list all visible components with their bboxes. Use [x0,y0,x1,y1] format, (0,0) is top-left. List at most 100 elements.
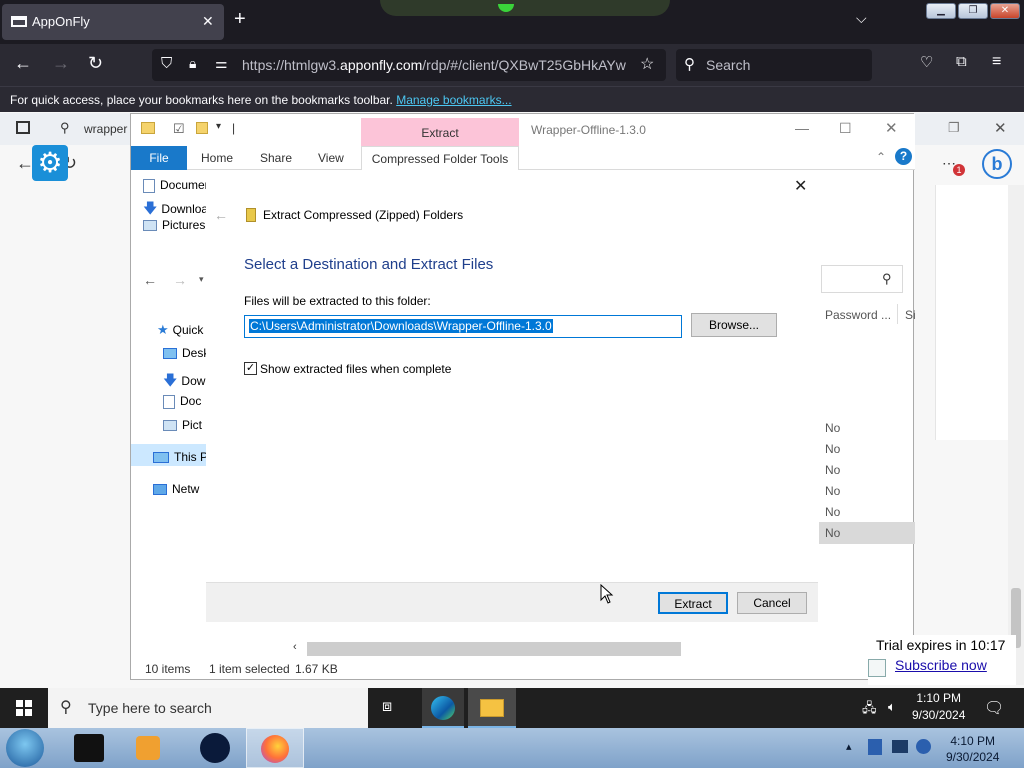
explorer-back-icon[interactable]: ← [143,272,157,288]
volume-icon[interactable]: 🔈︎ [888,699,896,715]
edge-tab-title[interactable]: wrapper [84,122,127,136]
host-app-icon-3[interactable] [200,733,230,763]
menu-icon[interactable]: ≡ [992,53,1001,71]
nav-this-pc[interactable]: This P [153,450,208,464]
restore-button[interactable]: ❐ [958,3,988,19]
column-header-password[interactable]: Password ... [825,308,891,322]
password-cell: No [825,526,841,540]
settings-gear-icon[interactable]: ⚙ [32,145,68,181]
notifications-icon[interactable]: 🗨︎ [984,698,1004,718]
dialog-back-icon[interactable]: ← [214,207,228,223]
url-text[interactable]: https://htmlgw3.apponfly.com/rdp/#/clien… [242,57,634,73]
host-tray-icon-1[interactable] [868,739,882,755]
pictures-icon [143,220,157,232]
edge-restore-icon[interactable]: ❐ [948,120,960,136]
search-bar[interactable]: ⚲ Search [676,49,872,81]
rdp-toolbar-handle[interactable] [380,0,670,16]
trial-icon [868,659,886,677]
nav-quick-access[interactable]: ★ Quick [157,322,203,338]
download-icon: 🡇 [163,372,178,388]
destination-path-input[interactable]: C:\Users\Administrator\Downloads\Wrapper… [244,315,682,338]
windows-start-icon[interactable] [16,700,32,716]
tab-home[interactable]: Home [201,151,233,165]
permissions-icon[interactable]: ⚌ [215,55,228,72]
explorer-close-icon[interactable]: ✕ [885,119,898,137]
explorer-forward-icon[interactable]: → [173,272,187,288]
pocket-icon[interactable]: ♡ [920,53,933,71]
dialog-close-icon[interactable]: ✕ [794,176,807,196]
scroll-left-icon[interactable]: ‹ [293,641,297,653]
nav-documents[interactable]: Doc [163,394,201,409]
subscribe-link[interactable]: Subscribe now [895,657,987,673]
browser-tab[interactable]: AppOnFly ✕ [2,4,224,40]
taskbar-time: 1:10 PM [916,691,962,705]
new-tab-icon[interactable]: + [234,8,246,31]
extract-button[interactable]: Extract [658,592,728,614]
forward-icon[interactable]: → [52,53,70,74]
list-all-tabs-icon[interactable]: ⌵ [856,10,867,27]
trial-expires-text: Trial expires in 10:17 [876,637,1006,653]
browse-button[interactable]: Browse... [691,313,777,337]
customize-toolbar-icon[interactable]: ▾ [216,121,221,132]
host-clock[interactable]: 4:10 PM 9/30/2024 [946,733,999,765]
zip-folder-icon [246,208,256,222]
nav-network[interactable]: Netw [153,482,199,496]
nav-pictures[interactable]: Pict [163,418,202,432]
help-icon[interactable]: ? [895,148,912,165]
quick-item-documents[interactable]: Documen [143,178,211,193]
manage-bookmarks-link[interactable]: Manage bookmarks... [396,93,511,107]
tab-file[interactable]: File [131,146,187,170]
show-files-label[interactable]: Show extracted files when complete [260,362,451,376]
recent-locations-icon[interactable]: ▾ [199,274,204,285]
desktop-icon [163,348,177,360]
bookmark-star-icon[interactable]: ☆ [640,54,654,74]
destination-label: Files will be extracted to this folder: [244,294,431,308]
cancel-button[interactable]: Cancel [737,592,807,614]
host-tray-icon-3[interactable] [916,739,931,754]
url-bar[interactable]: ⛉ 🔒︎ ⚌ https://htmlgw3.apponfly.com/rdp/… [152,49,666,81]
close-tab-icon[interactable]: ✕ [202,13,214,30]
taskbar-file-explorer[interactable] [468,688,516,728]
quick-item-pictures[interactable]: Pictures [143,218,205,232]
extensions-icon[interactable]: ⧉ [956,53,967,70]
horizontal-scrollbar-thumb[interactable] [307,642,681,656]
explorer-search-box[interactable]: ⚲ [821,265,903,293]
tab-share[interactable]: Share [260,151,292,165]
host-firefox-button[interactable] [246,728,304,768]
dialog-footer: Extract Cancel [206,582,818,622]
bing-icon[interactable]: b [982,149,1012,179]
tab-actions-icon[interactable] [16,121,30,134]
explorer-maximize-icon[interactable]: ☐ [839,120,852,137]
column-header-size[interactable]: Si [905,308,916,322]
explorer-minimize-icon[interactable]: — [795,120,809,136]
taskbar-search-box[interactable]: ⚲ Type here to search [48,688,368,728]
show-files-checkbox[interactable]: ✓ [244,362,257,375]
password-cell: No [825,421,841,435]
shield-icon[interactable]: ⛉ [161,55,172,72]
taskbar-edge[interactable] [422,688,464,728]
host-tray-icon-2[interactable] [892,740,908,753]
task-view-icon[interactable]: ⧈ [382,698,392,716]
lock-icon[interactable]: 🔒︎ [189,55,196,72]
host-start-orb[interactable] [6,729,44,767]
tab-title: AppOnFly [32,14,90,29]
host-tray-expand-icon[interactable]: ▴ [846,740,852,753]
tab-view[interactable]: View [318,151,344,165]
tab-compressed-folder-tools[interactable]: Compressed Folder Tools [361,146,519,171]
new-folder-icon[interactable] [196,122,208,134]
host-media-icon[interactable] [136,736,160,760]
close-window-button[interactable]: ✕ [990,3,1020,19]
minimize-button[interactable]: ▁ [926,3,956,19]
extract-context-tab[interactable]: Extract [361,118,519,146]
nav-desktop[interactable]: Desk [163,346,209,360]
nav-downloads[interactable]: 🡇 Dow [163,370,205,394]
back-icon[interactable]: ← [14,53,32,74]
properties-icon[interactable]: ☑ [173,121,185,137]
taskbar-clock[interactable]: 1:10 PM 9/30/2024 [912,690,965,724]
edge-close-icon[interactable]: ✕ [994,119,1007,137]
network-tray-icon[interactable]: 🖧 [862,699,877,721]
ribbon-collapse-icon[interactable]: ⌃ [876,150,886,164]
host-app-icon-1[interactable] [74,734,104,762]
reload-icon[interactable]: ↻ [88,53,103,74]
search-icon: ⚲ [684,56,695,73]
